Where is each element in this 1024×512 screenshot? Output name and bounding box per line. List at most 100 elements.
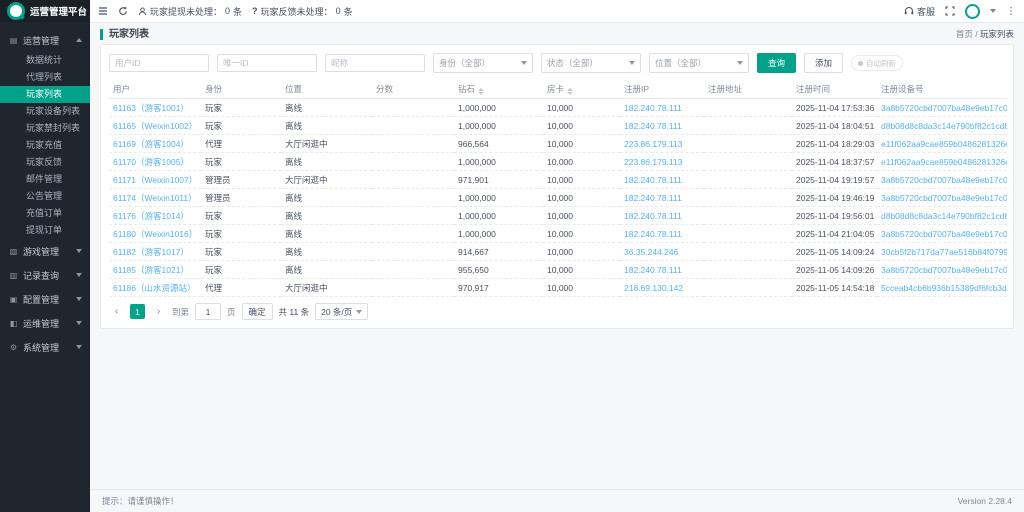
cell-reg_device[interactable]: 5cceab4cb6b936b15389df6fcb3d8961 bbox=[877, 279, 1007, 297]
cell-user[interactable]: 61174（Weixin1011） bbox=[109, 189, 201, 207]
cell-reg_ip[interactable]: 182.240.78.111 bbox=[620, 189, 704, 207]
sort-icon[interactable] bbox=[567, 88, 573, 95]
sidebar-item-公告管理[interactable]: 公告管理 bbox=[0, 188, 90, 205]
sidebar-group-label: 游戏管理 bbox=[23, 245, 76, 258]
cell-reg_ip[interactable]: 182.240.78.111 bbox=[620, 225, 704, 243]
feedback-notice[interactable]: ? 玩家反馈未处理：0 条 bbox=[252, 5, 353, 18]
cell-reg_device[interactable]: 3a8b5720cbd7007ba48e9eb17c078650 bbox=[877, 225, 1007, 243]
sidebar-item-玩家列表[interactable]: 玩家列表 bbox=[0, 86, 90, 103]
breadcrumb-home[interactable]: 首页 bbox=[956, 29, 973, 39]
cell-diamonds: 1,000,000 bbox=[454, 99, 543, 117]
cell-reg_ip[interactable]: 182.240.78.111 bbox=[620, 99, 704, 117]
search-button[interactable]: 查询 bbox=[757, 53, 796, 73]
cell-reg_ip[interactable]: 182.240.78.111 bbox=[620, 261, 704, 279]
add-button[interactable]: 添加 bbox=[804, 53, 843, 73]
sidebar-item-玩家充值[interactable]: 玩家充值 bbox=[0, 137, 90, 154]
cell-reg_device[interactable]: 3a8b5720cbd7007ba48e9eb17c078650 bbox=[877, 99, 1007, 117]
sidebar-group-游戏管理[interactable]: ▧游戏管理 bbox=[0, 239, 90, 263]
cell-user[interactable]: 61180（Weixin1016） bbox=[109, 225, 201, 243]
status-select[interactable]: 状态（全部） bbox=[541, 53, 641, 73]
identity-select[interactable]: 身份（全部） bbox=[433, 53, 533, 73]
sidebar-item-邮件管理[interactable]: 邮件管理 bbox=[0, 171, 90, 188]
customer-service-button[interactable]: 客服 bbox=[904, 5, 935, 18]
cell-reg_device[interactable]: d8b08d8c8da3c14e790bf82c1cd8bc9f1bd87b0a bbox=[877, 117, 1007, 135]
cell-user[interactable]: 61176（游客1014） bbox=[109, 207, 201, 225]
user-menu-caret-icon[interactable] bbox=[990, 9, 996, 13]
sidebar-item-玩家反馈[interactable]: 玩家反馈 bbox=[0, 154, 90, 171]
sidebar-group-记录查询[interactable]: ▥记录查询 bbox=[0, 263, 90, 287]
footer-tip: 提示：请谨慎操作！ bbox=[102, 495, 179, 507]
sidebar-group-运营管理[interactable]: ▤运营管理 bbox=[0, 28, 90, 52]
sidebar-group-label: 配置管理 bbox=[23, 293, 76, 306]
pagination-confirm-button[interactable]: 确定 bbox=[242, 303, 273, 320]
cell-reg_time: 2025-11-04 18:37:57 bbox=[792, 153, 877, 171]
cell-reg_ip[interactable]: 223.86.179.113 bbox=[620, 135, 704, 153]
pagination-next-icon[interactable]: › bbox=[151, 304, 166, 319]
cell-reg_address bbox=[704, 243, 792, 261]
cell-reg_ip[interactable]: 182.240.78.111 bbox=[620, 207, 704, 225]
sidebar-group-配置管理[interactable]: ▣配置管理 bbox=[0, 287, 90, 311]
user-avatar[interactable] bbox=[965, 4, 980, 19]
unique-id-input[interactable] bbox=[217, 54, 317, 72]
cell-reg_device[interactable]: 3a8b5720cbd7007ba48e9eb17c078650 bbox=[877, 189, 1007, 207]
cell-reg_device[interactable]: 3a8b5720cbd7007ba48e9eb17c078650 bbox=[877, 261, 1007, 279]
cell-reg_time: 2025-11-04 17:53:36 bbox=[792, 99, 877, 117]
fullscreen-icon[interactable] bbox=[945, 6, 955, 16]
sidebar-group-label: 运营管理 bbox=[23, 34, 76, 47]
withdraw-notice[interactable]: 玩家提现未处理：0 条 bbox=[138, 5, 242, 18]
user-id-input[interactable] bbox=[109, 54, 209, 72]
sidebar-group-运维管理[interactable]: ◧运维管理 bbox=[0, 311, 90, 335]
cell-user[interactable]: 61165（Weixin1002） bbox=[109, 117, 201, 135]
cell-reg_ip[interactable]: 223.86.179.113 bbox=[620, 153, 704, 171]
cell-reg_device[interactable]: d8b08d8c8da3c14e790bf82c1cd8bc9f1bd87b0a bbox=[877, 207, 1007, 225]
breadcrumb-separator: / bbox=[975, 29, 977, 39]
cell-user[interactable]: 61169（游客1004） bbox=[109, 135, 201, 153]
sidebar-group-label: 运维管理 bbox=[23, 317, 76, 330]
sidebar-item-充值订单[interactable]: 充值订单 bbox=[0, 205, 90, 222]
sidebar-group-系统管理[interactable]: ⚙系统管理 bbox=[0, 335, 90, 359]
cell-user[interactable]: 61186（山水资源站） bbox=[109, 279, 201, 297]
collapse-sidebar-icon[interactable] bbox=[98, 6, 108, 16]
cell-user[interactable]: 61182（游客1017） bbox=[109, 243, 201, 261]
cell-reg_ip[interactable]: 182.240.78.111 bbox=[620, 117, 704, 135]
pagination-goto-input[interactable] bbox=[195, 303, 221, 320]
cell-reg_address bbox=[704, 153, 792, 171]
pagination-page-1[interactable]: 1 bbox=[130, 304, 145, 319]
nickname-input[interactable] bbox=[325, 54, 425, 72]
cell-reg_device[interactable]: e11f062aa9cae859b0486281326e610a bbox=[877, 135, 1007, 153]
withdraw-notice-label: 玩家提现未处理： bbox=[150, 5, 222, 18]
sidebar-item-数据统计[interactable]: 数据统计 bbox=[0, 52, 90, 69]
column-header-房卡[interactable]: 房卡 bbox=[543, 80, 620, 99]
sidebar-item-玩家设备列表[interactable]: 玩家设备列表 bbox=[0, 103, 90, 120]
cell-reg_address bbox=[704, 135, 792, 153]
sidebar-item-提现订单[interactable]: 提现订单 bbox=[0, 222, 90, 239]
more-menu-icon[interactable]: ⋮ bbox=[1006, 6, 1016, 17]
cell-user[interactable]: 61185（游客1021） bbox=[109, 261, 201, 279]
refresh-icon[interactable] bbox=[118, 6, 128, 16]
cell-reg_device[interactable]: 3a8b5720cbd7007ba48e9eb17c078650 bbox=[877, 171, 1007, 189]
column-header-钻石[interactable]: 钻石 bbox=[454, 80, 543, 99]
cell-user[interactable]: 61171（Weixin1007） bbox=[109, 171, 201, 189]
cell-reg_ip[interactable]: 36.35.244.246 bbox=[620, 243, 704, 261]
position-select[interactable]: 位置（全部） bbox=[649, 53, 749, 73]
pagination-page-label: 页 bbox=[227, 306, 236, 318]
cell-reg_device[interactable]: 30cb5f2b717da77ae516b84f07997238 bbox=[877, 243, 1007, 261]
cell-identity: 玩家 bbox=[201, 99, 281, 117]
cell-reg_ip[interactable]: 218.69.130.142 bbox=[620, 279, 704, 297]
table-row: 61170（游客1005）玩家离线1,000,00010,000223.86.1… bbox=[109, 153, 1007, 171]
auto-refresh-toggle[interactable]: 自动刷新 bbox=[851, 55, 903, 71]
pagination-prev-icon[interactable]: ‹ bbox=[109, 304, 124, 319]
cell-diamonds: 955,650 bbox=[454, 261, 543, 279]
cell-diamonds: 1,000,000 bbox=[454, 153, 543, 171]
cell-reg_time: 2025-11-04 18:04:51 bbox=[792, 117, 877, 135]
chevron-down-icon bbox=[76, 345, 82, 349]
cell-user[interactable]: 61163（游客1001） bbox=[109, 99, 201, 117]
page-size-select[interactable]: 20 条/页 bbox=[315, 303, 368, 320]
sort-icon[interactable] bbox=[478, 88, 484, 95]
cell-reg_device[interactable]: e11f062aa9cae859b0486281326e610a bbox=[877, 153, 1007, 171]
sidebar-item-代理列表[interactable]: 代理列表 bbox=[0, 69, 90, 86]
sidebar-item-玩家禁封列表[interactable]: 玩家禁封列表 bbox=[0, 120, 90, 137]
chevron-up-icon bbox=[76, 38, 82, 42]
cell-user[interactable]: 61170（游客1005） bbox=[109, 153, 201, 171]
cell-reg_ip[interactable]: 182.240.78.111 bbox=[620, 171, 704, 189]
